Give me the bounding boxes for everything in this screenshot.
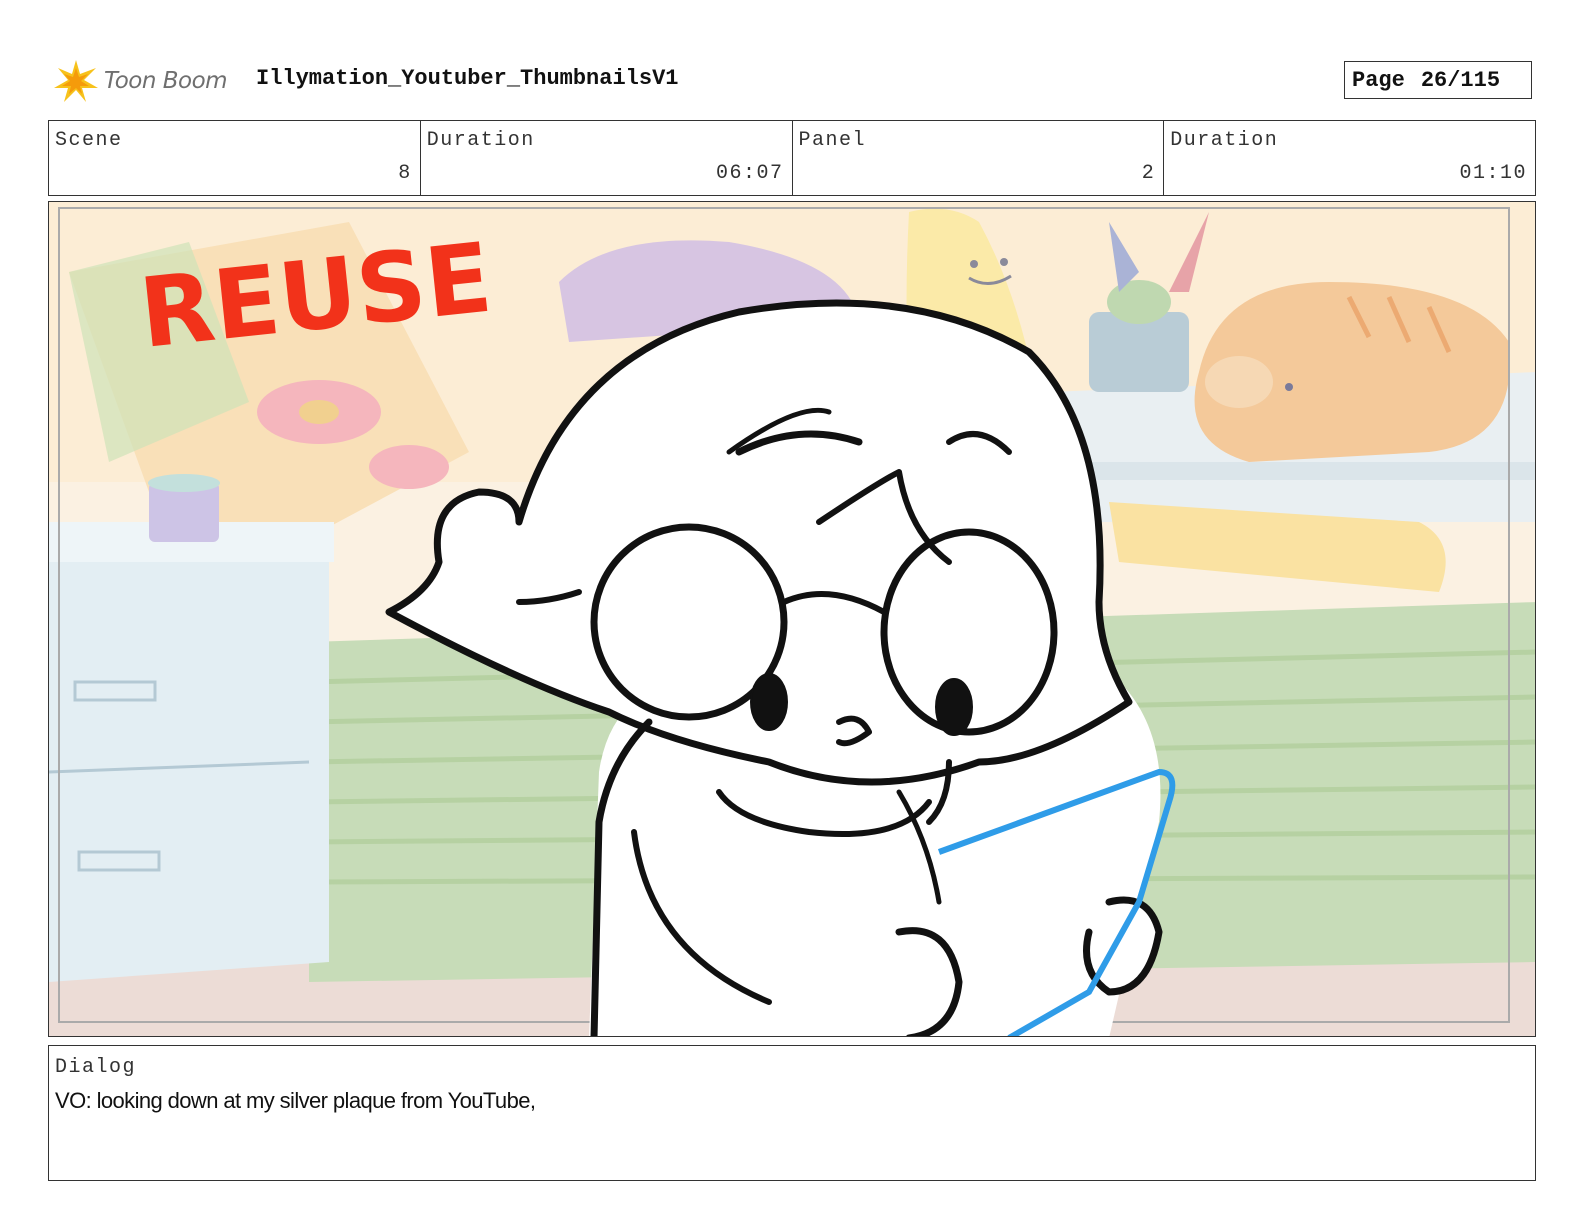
starburst-icon	[54, 60, 98, 102]
page-label: Page	[1352, 67, 1405, 93]
page-indicator: Page 26/115	[1344, 61, 1532, 99]
left-nightstand	[49, 522, 329, 982]
scene-duration-value: 06:07	[715, 162, 784, 185]
scene-info-row: Scene 8 Duration 06:07 Panel 2 Duration …	[48, 120, 1536, 196]
panel-duration-value: 01:10	[1459, 162, 1527, 185]
scene-number: 8	[398, 162, 412, 185]
logo-text: Toon Boom	[104, 68, 228, 94]
panel-number: 2	[1141, 162, 1156, 185]
dialog-text: VO: looking down at my silver plaque fro…	[55, 1088, 536, 1113]
toon-boom-logo: Toon Boom	[52, 56, 242, 106]
panel-duration-label: Duration	[1170, 129, 1279, 152]
dialog-box: Dialog VO: looking down at my silver pla…	[48, 1045, 1536, 1181]
page-number: 26/115	[1420, 67, 1501, 93]
panel-artwork: REUSE	[49, 202, 1535, 1036]
scene-duration-cell: Duration 06:07	[421, 121, 793, 195]
project-title: Illymation_Youtuber_ThumbnailsV1	[256, 66, 679, 91]
scene-cell: Scene 8	[49, 121, 421, 195]
scene-label: Scene	[55, 129, 123, 152]
storyboard-panel: REUSE	[48, 201, 1536, 1037]
panel-duration-cell: Duration 01:10	[1164, 121, 1535, 195]
scene-duration-label: Duration	[426, 129, 535, 152]
dialog-label: Dialog	[55, 1056, 137, 1079]
panel-cell: Panel 2	[793, 121, 1165, 195]
panel-label: Panel	[798, 129, 867, 152]
